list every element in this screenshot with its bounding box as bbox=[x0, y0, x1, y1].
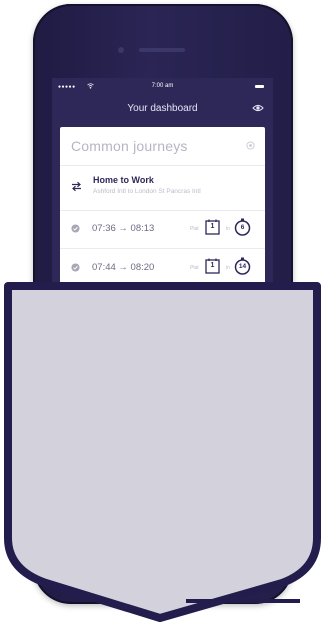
check-circle-icon bbox=[71, 263, 80, 272]
in-label: in bbox=[226, 226, 230, 232]
battery-icon bbox=[255, 85, 264, 88]
status-bar: ●●●●● 7:00 am bbox=[52, 78, 273, 96]
journey-name: Home to Work bbox=[93, 175, 154, 185]
swap-arrows-icon bbox=[72, 181, 81, 192]
page-title: Your dashboard bbox=[127, 103, 198, 114]
shield-pocket bbox=[4, 282, 321, 622]
eye-icon[interactable] bbox=[252, 102, 264, 114]
platform-label: Plat bbox=[190, 226, 199, 232]
stage: ●●●●● 7:00 am Your dashboard Common jour… bbox=[0, 0, 325, 623]
earpiece-speaker bbox=[139, 48, 185, 52]
journey-route: Ashford Intl to London St Pancras Intl bbox=[93, 188, 201, 195]
check-circle-icon bbox=[71, 224, 80, 233]
trip-times: 07:44 → 08:20 bbox=[92, 262, 155, 273]
status-time: 7:00 am bbox=[151, 83, 174, 89]
platform-number: 1 bbox=[210, 262, 215, 269]
nav-bar: Your dashboard bbox=[52, 96, 273, 126]
card-heading: Common journeys bbox=[71, 138, 188, 154]
divider bbox=[60, 248, 265, 249]
gear-icon[interactable] bbox=[246, 141, 255, 150]
front-camera bbox=[118, 47, 124, 53]
trip-row[interactable]: 07:36 → 08:13 Plat 1 in 6 bbox=[60, 215, 265, 243]
platform-number: 1 bbox=[210, 223, 215, 230]
trip-row[interactable]: 07:44 → 08:20 Plat 1 in 14 bbox=[60, 254, 265, 282]
divider bbox=[60, 165, 265, 166]
platform-label: Plat bbox=[190, 265, 199, 271]
phone-screen: ●●●●● 7:00 am Your dashboard Common jour… bbox=[52, 78, 273, 308]
journey-item-home-to-work[interactable]: Home to Work Ashford Intl to London St P… bbox=[60, 167, 265, 209]
trip-times: 07:36 → 08:13 bbox=[92, 223, 155, 234]
in-label: in bbox=[226, 265, 230, 271]
divider bbox=[60, 210, 265, 211]
minutes-until: 6 bbox=[240, 224, 245, 231]
minutes-until: 14 bbox=[238, 263, 247, 270]
